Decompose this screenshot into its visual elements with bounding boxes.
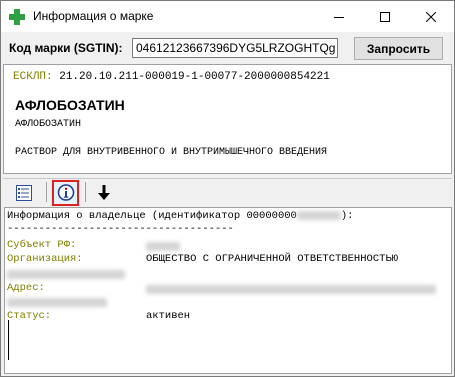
esklp-label: ЕСКЛП:	[13, 71, 53, 83]
owner-separator: ------------------------------------	[7, 223, 234, 235]
address-value-redacted-2	[7, 298, 107, 307]
title-bar[interactable]: Информация о марке	[1, 1, 454, 32]
product-info-panel: ЕСКЛП: 21.20.10.211-000019-1-00077-20000…	[3, 64, 452, 174]
organization-name-redacted	[7, 270, 125, 279]
text-cursor	[8, 320, 9, 360]
organization-label: Организация:	[7, 253, 83, 265]
sgtin-row: Код марки (SGTIN): 04612123667396DYG5LRZ…	[1, 32, 454, 62]
status-value: активен	[146, 310, 191, 322]
toolbar	[1, 176, 454, 207]
owner-info-button[interactable]	[52, 180, 79, 206]
minimize-button[interactable]	[316, 1, 362, 32]
owner-header-end: ):	[340, 210, 354, 222]
list-view-button[interactable]	[12, 181, 36, 205]
drug-inn: АФЛОБОЗАТИН	[15, 119, 82, 130]
owner-info-output[interactable]: Информация о владельце (идентификатор 00…	[4, 207, 452, 374]
toolbar-divider	[85, 182, 86, 202]
status-label: Статус:	[7, 310, 52, 322]
request-button[interactable]: Запросить	[354, 37, 443, 60]
subject-value-redacted	[146, 242, 180, 251]
owner-id-redacted	[296, 210, 341, 220]
address-label: Адрес:	[7, 282, 45, 294]
arrow-down-icon	[98, 185, 110, 200]
drug-name: АФЛОБОЗАТИН	[15, 97, 125, 113]
list-icon	[16, 185, 32, 201]
info-icon	[57, 184, 74, 201]
maximize-button[interactable]	[362, 1, 408, 32]
download-button[interactable]	[92, 181, 116, 205]
window-title: Информация о марке	[33, 9, 154, 23]
toolbar-divider	[46, 182, 47, 202]
drug-form: РАСТВОР ДЛЯ ВНУТРИВЕННОГО И ВНУТРИМЫШЕЧН…	[15, 147, 328, 158]
close-icon	[426, 11, 436, 22]
organization-value: ОБЩЕСТВО С ОГРАНИЧЕННОЙ ОТВЕТСТВЕННОСТЬЮ	[146, 253, 399, 265]
esklp-value: 21.20.10.211-000019-1-00077-200000085422…	[59, 71, 330, 83]
subject-label: Субъект РФ:	[7, 239, 77, 251]
close-button[interactable]	[408, 1, 454, 32]
app-icon	[9, 9, 25, 25]
sgtin-label: Код марки (SGTIN):	[9, 41, 123, 55]
esklp-line: ЕСКЛП: 21.20.10.211-000019-1-00077-20000…	[13, 71, 330, 83]
minimize-icon	[334, 16, 344, 18]
toolbar-top-divider	[3, 178, 452, 179]
owner-header: Информация о владельце (идентификатор 00…	[7, 210, 297, 222]
sgtin-input[interactable]: 04612123667396DYG5LRZOGHTQg	[132, 38, 338, 58]
owner-header-line: Информация о владельце (идентификатор 00…	[7, 210, 353, 222]
address-value-redacted	[146, 285, 436, 294]
info-window: Информация о марке Код марки (SGTIN): 04…	[0, 0, 455, 377]
maximize-icon	[380, 11, 390, 22]
